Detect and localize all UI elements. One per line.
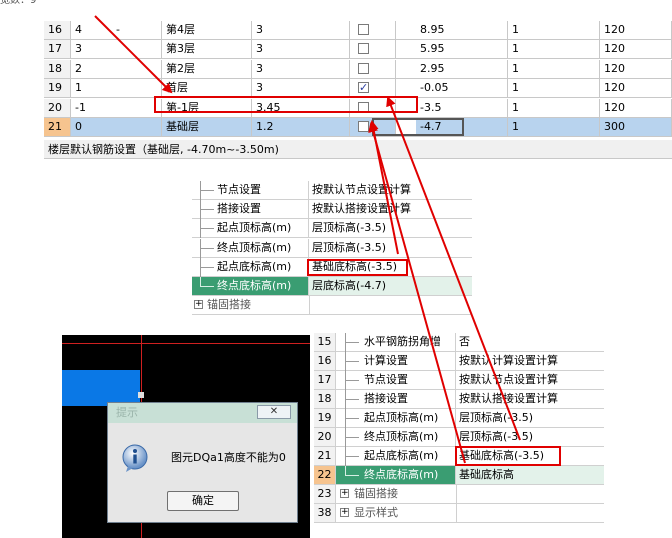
- arrow-to-floor-row: [94, 15, 173, 94]
- arrow-bottom-panel-to-elevation-b: [386, 96, 521, 441]
- annotation-arrows: [94, 15, 521, 464]
